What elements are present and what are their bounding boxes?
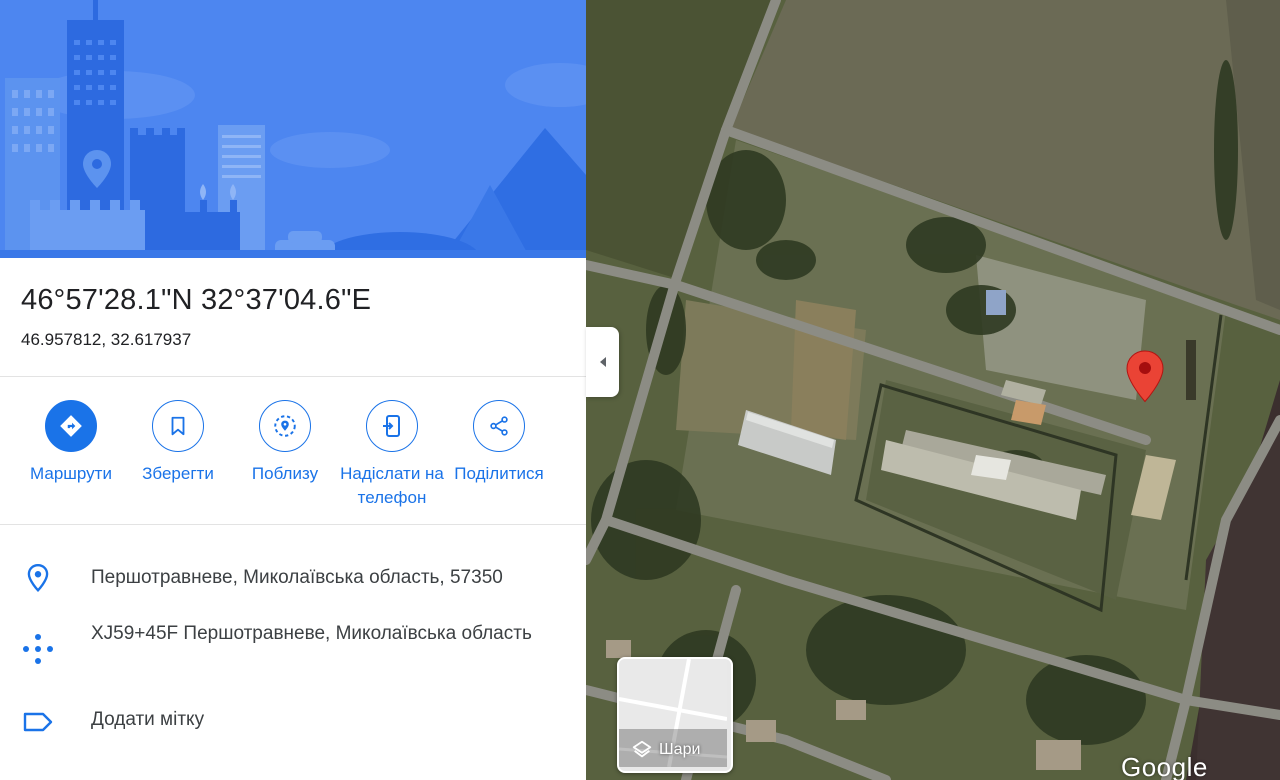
- directions-button[interactable]: Маршрути: [11, 400, 131, 486]
- layers-icon: [632, 740, 652, 758]
- share-button[interactable]: Поділитися: [439, 400, 559, 486]
- chevron-left-icon: [599, 357, 606, 367]
- divider: [0, 524, 586, 525]
- save-button[interactable]: Зберегти: [118, 400, 238, 486]
- divider: [0, 376, 586, 377]
- send-to-phone-icon: [383, 415, 400, 437]
- collapse-panel-button[interactable]: [586, 327, 619, 397]
- decimal-coordinates[interactable]: 46.957812, 32.617937: [21, 330, 191, 350]
- share-label: Поділитися: [454, 464, 544, 483]
- plus-code-text: XJ59+45F Першотравневе, Миколаївська обл…: [91, 623, 532, 644]
- layers-button[interactable]: Шари: [617, 657, 733, 773]
- send-to-phone-label: Надіслати на телефон: [340, 464, 444, 507]
- plus-code-icon: [23, 634, 53, 664]
- nearby-button[interactable]: Поблизу: [225, 400, 345, 486]
- address-text: Першотравневе, Миколаївська область, 573…: [91, 567, 503, 588]
- nearby-label: Поблизу: [251, 464, 319, 483]
- google-logo: Google: [1121, 752, 1208, 780]
- send-to-phone-button[interactable]: Надіслати на телефон: [332, 400, 452, 510]
- place-panel: 46°57'28.1"N 32°37'04.6"E 46.957812, 32.…: [0, 0, 586, 780]
- share-icon: [490, 416, 508, 436]
- place-title: 46°57'28.1"N 32°37'04.6"E: [21, 284, 372, 316]
- location-marker-icon[interactable]: [1125, 349, 1165, 404]
- directions-icon: [60, 415, 82, 437]
- add-label-text: Додати мітку: [91, 709, 205, 730]
- location-pin-icon: [27, 563, 49, 593]
- nearby-icon: [274, 415, 296, 437]
- bookmark-icon: [171, 416, 185, 436]
- hero-illustration: [0, 0, 586, 258]
- layers-label: Шари: [659, 741, 701, 758]
- save-label: Зберегти: [142, 464, 214, 483]
- directions-label: Маршрути: [30, 464, 112, 483]
- label-tag-icon: [23, 712, 53, 732]
